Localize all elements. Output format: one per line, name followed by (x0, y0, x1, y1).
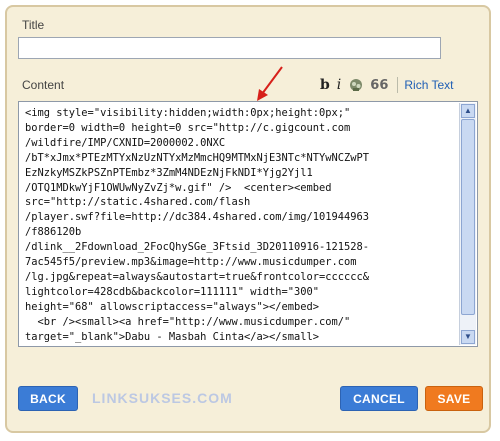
cancel-button[interactable]: CANCEL (340, 386, 418, 411)
back-button[interactable]: BACK (18, 386, 78, 411)
watermark-text: LINKSUKSES.COM (92, 390, 233, 406)
red-arrow-annotation-icon (257, 66, 283, 101)
save-button[interactable]: SAVE (425, 386, 483, 411)
